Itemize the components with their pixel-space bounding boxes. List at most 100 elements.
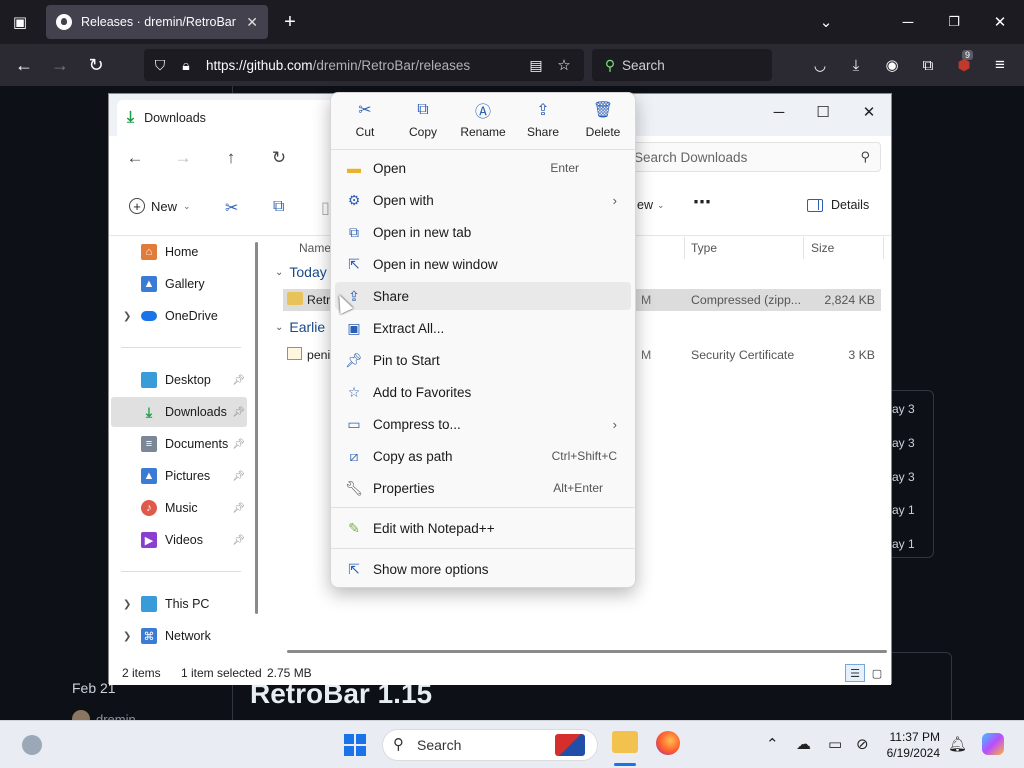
close-window-icon[interactable]: ✕ [988, 10, 1012, 34]
sidebar-item-this-pc[interactable]: ❯ This PC [111, 589, 247, 619]
downloads-icon[interactable]: ⤓ [844, 53, 868, 77]
column-header-name[interactable]: Name [299, 241, 331, 255]
sidebar-item-network[interactable]: ❯ ⌘ Network [111, 621, 247, 651]
shield-icon[interactable]: ⛉ [148, 53, 172, 77]
horizontal-scrollbar[interactable] [287, 650, 887, 653]
column-header-type[interactable]: Type [691, 241, 717, 255]
details-view-icon[interactable]: ☰ [845, 664, 865, 682]
network-status-icon[interactable]: ⊘ [856, 735, 869, 753]
menu-item-pin-to-start[interactable]: 📌︎ Pin to Start [335, 346, 631, 374]
delete-button[interactable]: 🗑︎ Delete [573, 101, 633, 139]
column-divider[interactable] [883, 237, 884, 259]
cloud-offline-icon[interactable]: ☁ [796, 735, 811, 753]
close-tab-icon[interactable]: ✕ [246, 14, 258, 31]
url-bar[interactable]: https://github.com/dremin/RetroBar/relea… [144, 49, 584, 81]
menu-item-copy-as-path[interactable]: ⧄ Copy as path Ctrl+Shift+C [335, 442, 631, 470]
menu-item-show-more-options[interactable]: ⇱ Show more options [335, 555, 631, 583]
forward-icon[interactable]: → [48, 53, 72, 77]
pocket-icon[interactable]: ◡ [808, 53, 832, 77]
cut-button[interactable]: ✂ Cut [335, 101, 395, 139]
menu-item-extract-all[interactable]: ▣ Extract All... [335, 314, 631, 342]
menu-item-compress-to[interactable]: ▭ Compress to... › [335, 410, 631, 438]
column-divider[interactable] [803, 237, 804, 259]
minimize-icon[interactable]: ─ [757, 98, 801, 126]
menu-item-open-with[interactable]: ⚙ Open with › [335, 186, 631, 214]
sidebar-divider [121, 347, 241, 348]
sidebar-item-pictures[interactable]: ▲ Pictures 📌︎ [111, 461, 247, 491]
chevron-right-icon[interactable]: ❯ [123, 599, 131, 610]
cut-icon[interactable]: ✂ [225, 198, 238, 218]
menu-item-share[interactable]: ⇪ Share [335, 282, 631, 310]
star-icon: ☆ [347, 383, 361, 400]
forward-icon[interactable]: → [171, 146, 195, 170]
menu-item-open-new-tab[interactable]: ⧉ Open in new tab [335, 218, 631, 246]
browser-tab-releases[interactable]: Releases · dremin/RetroBar ✕ [46, 5, 268, 39]
start-button[interactable] [344, 734, 366, 756]
group-header-earlier[interactable]: ⌄ Earlie [275, 319, 325, 335]
menu-item-open[interactable]: ▬ Open Enter [335, 154, 631, 182]
paste-icon[interactable]: ▯ [321, 198, 330, 218]
copy-icon[interactable]: ⧉ [273, 198, 284, 216]
bookmark-star-icon[interactable]: ☆ [552, 53, 576, 77]
new-tab-icon[interactable]: + [278, 10, 302, 34]
close-icon[interactable]: ✕ [847, 98, 891, 126]
copy-button[interactable]: ⧉ Copy [393, 101, 453, 139]
sidebar-scrollbar[interactable] [255, 242, 258, 614]
share-button[interactable]: ⇪ Share [513, 101, 573, 139]
menu-item-edit-notepad[interactable]: ✎ Edit with Notepad++ [335, 514, 631, 542]
sidebar-item-desktop[interactable]: Desktop 📌︎ [111, 365, 247, 395]
search-engine-icon[interactable]: ⚲ [598, 53, 622, 77]
account-icon[interactable]: ◉ [880, 53, 904, 77]
lock-icon[interactable]: 🔒︎ [174, 53, 198, 77]
more-icon[interactable]: ⋯ [693, 192, 711, 213]
file-name: peni [307, 348, 331, 362]
reader-view-icon[interactable]: ▤ [524, 53, 548, 77]
chevron-up-icon[interactable]: ⌃ [766, 735, 779, 753]
firefox-taskbar-icon[interactable] [656, 731, 680, 755]
copilot-icon[interactable] [982, 733, 1004, 755]
sidebar-item-onedrive[interactable]: ❯ OneDrive [111, 301, 247, 331]
restore-icon[interactable]: ❐ [942, 10, 966, 34]
display-icon[interactable]: ▭ [828, 735, 842, 753]
chevron-right-icon[interactable]: ❯ [123, 631, 131, 642]
back-icon[interactable]: ← [12, 53, 36, 77]
menu-item-properties[interactable]: 🔧︎ Properties Alt+Enter [335, 474, 631, 502]
music-icon: ♪ [141, 500, 157, 516]
chevron-right-icon[interactable]: ❯ [123, 311, 131, 322]
minimize-icon[interactable]: ─ [896, 10, 920, 34]
column-divider[interactable] [684, 237, 685, 259]
back-icon[interactable]: ← [123, 146, 147, 170]
up-icon[interactable]: ↑ [219, 146, 243, 170]
rename-button[interactable]: Ⓐ Rename [453, 101, 513, 139]
sidebar-item-downloads[interactable]: ⤓ Downloads 📌︎ [111, 397, 247, 427]
new-button[interactable]: + New ⌄ [129, 198, 191, 214]
sidebar-item-gallery[interactable]: ▲ Gallery [111, 269, 247, 299]
group-header-today[interactable]: ⌄ Today [275, 264, 327, 280]
github-icon [56, 14, 72, 30]
explorer-tab-downloads[interactable]: ⤓ Downloads [117, 100, 347, 136]
maximize-icon[interactable]: ☐ [801, 98, 845, 126]
sidebar-item-home[interactable]: ⌂ Home [111, 237, 247, 267]
list-tabs-icon[interactable]: ⌄ [814, 10, 838, 34]
menu-item-open-new-window[interactable]: ⇱ Open in new window [335, 250, 631, 278]
reload-icon[interactable]: ↻ [84, 53, 108, 77]
sidebar-item-music[interactable]: ♪ Music 📌︎ [111, 493, 247, 523]
clock[interactable]: 11:37 PM 6/19/2024 [880, 729, 940, 761]
view-button[interactable]: ew ⌄ [637, 198, 665, 212]
file-explorer-taskbar-icon[interactable] [612, 731, 638, 753]
menu-icon[interactable]: ≡ [988, 53, 1012, 77]
scissors-icon: ✂ [358, 102, 372, 119]
widgets-icon[interactable] [22, 735, 42, 755]
menu-item-add-to-favorites[interactable]: ☆ Add to Favorites [335, 378, 631, 406]
sidebar-item-videos[interactable]: ▶ Videos 📌︎ [111, 525, 247, 555]
taskbar-search[interactable]: ⚲ Search [382, 729, 598, 761]
refresh-icon[interactable]: ↻ [267, 146, 291, 170]
explorer-search-input[interactable]: Search Downloads ⚲ [621, 142, 881, 172]
column-header-size[interactable]: Size [811, 241, 834, 255]
extensions-icon[interactable]: ⧉ [916, 53, 940, 77]
tiles-view-icon[interactable]: ▢ [867, 664, 887, 682]
details-pane-button[interactable]: Details [807, 198, 869, 212]
bell-icon[interactable]: 🔔︎ [948, 735, 967, 753]
tab-overview-icon[interactable]: ▣ [8, 10, 32, 34]
sidebar-item-documents[interactable]: ≡ Documents 📌︎ [111, 429, 247, 459]
